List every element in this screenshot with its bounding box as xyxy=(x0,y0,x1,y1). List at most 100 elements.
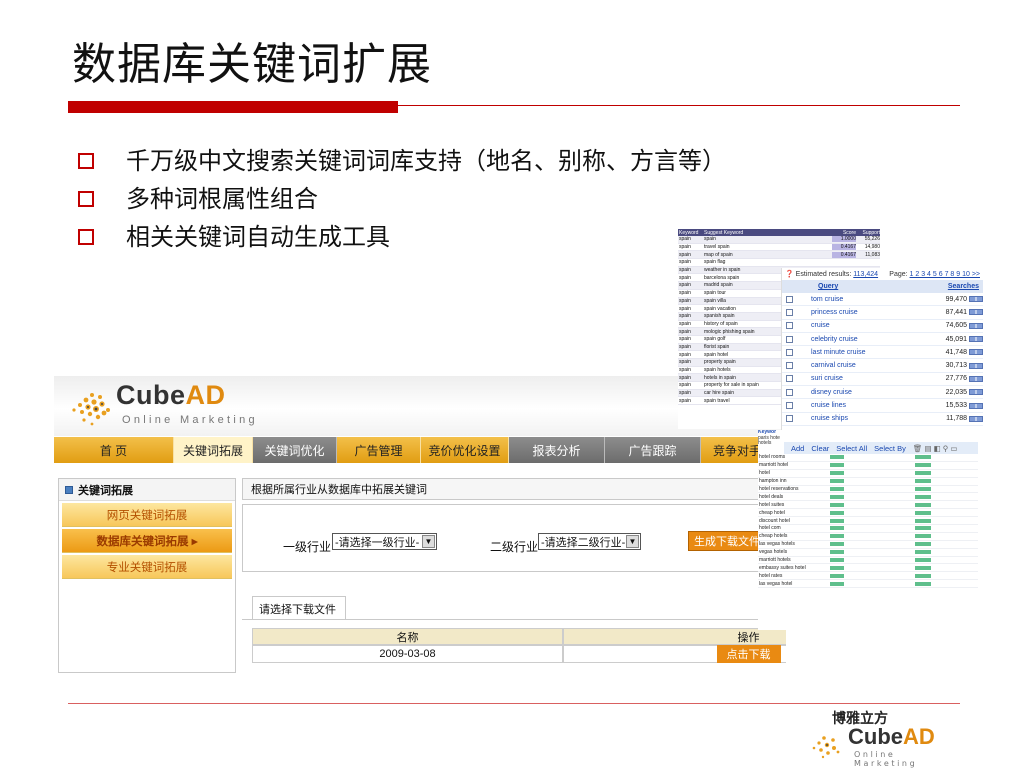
row-checkbox[interactable] xyxy=(786,415,793,423)
level1-select[interactable]: -请选择一级行业- ▼ xyxy=(332,533,437,550)
bullet-list: 千万级中文搜索关键词词库支持（地名、别称、方言等） 多种词根属性组合 相关关键词… xyxy=(78,142,726,256)
trend-chart-icon[interactable] xyxy=(969,415,983,422)
file-name-cell: 2009-03-08 xyxy=(252,645,563,663)
list-item: hampton inn xyxy=(758,478,978,486)
volume-bar xyxy=(915,550,931,555)
search-count: 45,091 xyxy=(945,335,967,343)
row-checkbox[interactable] xyxy=(786,388,793,396)
searches-column-header[interactable]: Searches xyxy=(948,283,979,290)
list-item: tom cruise 99,470 xyxy=(782,293,983,307)
app-header: CubeAD Online Marketing xyxy=(54,376,786,436)
trend-chart-icon[interactable] xyxy=(969,349,983,356)
query-link[interactable]: carnival cruise xyxy=(811,362,911,369)
list-item: celebrity cruise 45,091 xyxy=(782,333,983,347)
row-checkbox[interactable] xyxy=(786,375,793,383)
sidebar-item-db-expand[interactable]: 数据库关键词拓展 ▸ xyxy=(62,529,232,553)
search-count: 87,441 xyxy=(945,308,967,316)
footer-logo: 博雅立方 CubeAD Online Marketing xyxy=(808,706,958,768)
score-bar xyxy=(830,542,844,547)
tab-select-file[interactable]: 请选择下载文件 xyxy=(252,596,346,620)
nav-keyword-optimize[interactable]: 关键词优化 xyxy=(253,437,337,463)
nav-home[interactable]: 首 页 xyxy=(54,437,174,463)
sidebar-item-pro-expand[interactable]: 专业关键词拓展 xyxy=(62,555,232,579)
query-link[interactable]: cruise xyxy=(811,322,911,329)
row-checkbox[interactable] xyxy=(786,335,793,343)
results-header: Query Searches xyxy=(782,280,983,293)
score-bar xyxy=(830,518,844,523)
query-link[interactable]: suri cruise xyxy=(811,375,911,382)
action-cell: 点击下载 xyxy=(563,645,786,663)
trend-chart-icon[interactable] xyxy=(969,362,983,369)
results-summary: ❓ Estimated results: 113,424 Page: 1 2 3… xyxy=(785,270,980,279)
score-bar xyxy=(830,534,844,539)
trend-chart-icon[interactable] xyxy=(969,296,983,303)
download-tabs: 请选择下载文件 名称 操作 2009-03-08 点击下载 xyxy=(242,586,786,673)
select-all-button[interactable]: Select All xyxy=(836,444,867,453)
row-checkbox[interactable] xyxy=(786,348,793,356)
tab-divider xyxy=(242,619,782,620)
row-checkbox[interactable] xyxy=(786,362,793,370)
toolbar-icons[interactable]: 🗑 ▤ ◧ ⚲ ▭ xyxy=(913,444,958,453)
score-bar xyxy=(830,526,844,531)
volume-bar xyxy=(915,542,931,547)
score-bar xyxy=(830,510,844,515)
list-item: hotel suites xyxy=(758,501,978,510)
generate-file-button[interactable]: 生成下载文件 xyxy=(688,531,766,551)
bullet-item: 相关关键词自动生成工具 xyxy=(78,218,726,256)
panel-caption: 根据所属行业从数据库中拓展关键词 xyxy=(242,478,782,500)
trend-chart-icon[interactable] xyxy=(969,336,983,343)
query-link[interactable]: cruise lines xyxy=(811,402,911,409)
search-count: 15,533 xyxy=(945,402,967,410)
list-item: princess cruise 87,441 xyxy=(782,306,983,320)
query-link[interactable]: disney cruise xyxy=(811,389,911,396)
level1-label: 一级行业 xyxy=(283,540,332,554)
slide-title: 数据库关键词扩展 xyxy=(72,39,432,90)
add-button[interactable]: Add xyxy=(791,444,804,453)
help-icon: ❓ xyxy=(785,271,794,278)
trend-chart-icon[interactable] xyxy=(969,375,983,382)
title-accent-bar xyxy=(68,101,398,113)
sidebar: 关键词拓展 网页关键词拓展 数据库关键词拓展 ▸ 专业关键词拓展 xyxy=(58,478,236,673)
footer-brand-sub: Online Marketing xyxy=(854,750,918,768)
keyword-column: Keywor paris hote hotels xyxy=(758,430,780,446)
select-by-button[interactable]: Select By xyxy=(874,444,906,453)
query-column-header[interactable]: Query xyxy=(818,283,838,290)
search-count: 74,605 xyxy=(945,322,967,330)
list-item: hotel deals xyxy=(758,493,978,502)
query-link[interactable]: last minute cruise xyxy=(811,349,911,356)
row-checkbox[interactable] xyxy=(786,308,793,316)
industry-filter: 一级行业 -请选择一级行业- ▼ 二级行业 -请选择二级行业- ▼ 生成下载文件 xyxy=(242,504,782,572)
nav-ad-tracking[interactable]: 广告跟踪 xyxy=(605,437,701,463)
sidebar-item-web-expand[interactable]: 网页关键词拓展 xyxy=(62,503,232,527)
clear-button[interactable]: Clear xyxy=(811,444,829,453)
trend-chart-icon[interactable] xyxy=(969,389,983,396)
nav-ad-manage[interactable]: 广告管理 xyxy=(337,437,421,463)
volume-bar xyxy=(915,534,931,539)
row-checkbox[interactable] xyxy=(786,295,793,303)
nav-bid-settings[interactable]: 竞价优化设置 xyxy=(421,437,509,463)
results-count[interactable]: 113,424 xyxy=(853,271,878,278)
query-link[interactable]: princess cruise xyxy=(811,309,911,316)
list-item: hotel rates xyxy=(758,572,978,581)
volume-bar xyxy=(915,558,931,563)
trend-chart-icon[interactable] xyxy=(969,309,983,316)
list-item: marriott hotels xyxy=(758,557,978,565)
nav-keyword-expand[interactable]: 关键词拓展 xyxy=(174,437,253,463)
list-item: cruise 74,605 xyxy=(782,320,983,333)
nav-reports[interactable]: 报表分析 xyxy=(509,437,605,463)
volume-bar xyxy=(915,494,931,499)
query-link[interactable]: cruise ships xyxy=(811,415,911,422)
list-item: last minute cruise 41,748 xyxy=(782,346,983,360)
query-link[interactable]: celebrity cruise xyxy=(811,336,911,343)
score-bar xyxy=(830,565,844,570)
trend-chart-icon[interactable] xyxy=(969,402,983,409)
pagination[interactable]: 1 2 3 4 5 6 7 8 9 10 >> xyxy=(910,271,980,278)
bullet-item: 多种词根属性组合 xyxy=(78,180,726,218)
query-link[interactable]: tom cruise xyxy=(811,296,911,303)
download-button[interactable]: 点击下载 xyxy=(716,645,781,663)
row-checkbox[interactable] xyxy=(786,402,793,410)
row-checkbox[interactable] xyxy=(786,322,793,330)
trend-chart-icon[interactable] xyxy=(969,322,983,329)
footer-rule xyxy=(68,703,960,704)
level2-select[interactable]: -请选择二级行业- ▼ xyxy=(538,533,641,550)
